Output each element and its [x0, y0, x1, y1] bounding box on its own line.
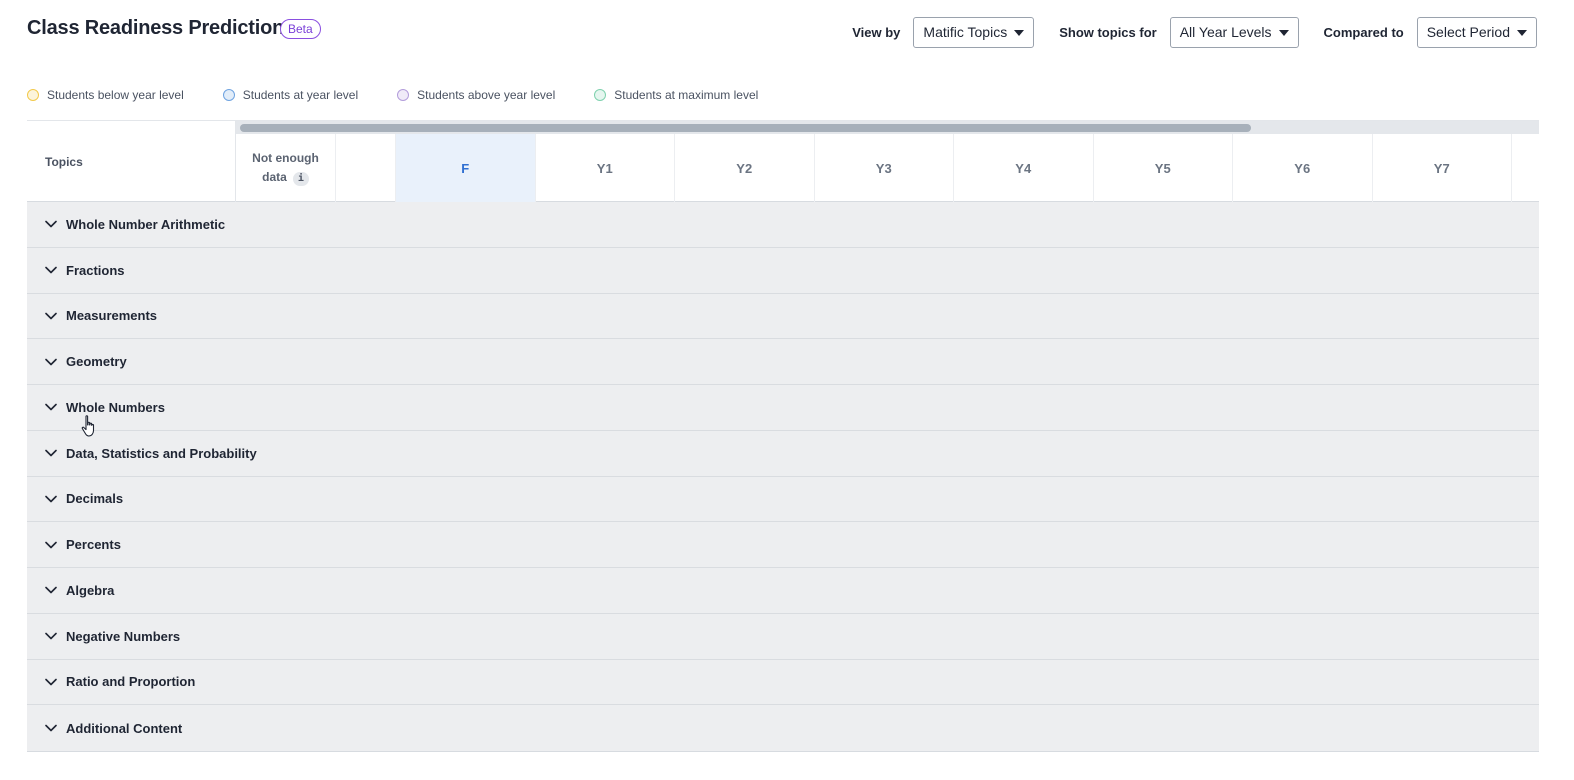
- chevron-down-icon[interactable]: [45, 402, 57, 412]
- column-header-y2[interactable]: Y2: [675, 134, 815, 202]
- legend-label: Students below year level: [47, 88, 184, 102]
- topic-label: Decimals: [66, 491, 124, 507]
- legend-dot-icon: [27, 89, 39, 101]
- legend: Students below year level Students at yea…: [27, 88, 797, 102]
- topic-row[interactable]: Algebra: [27, 568, 1539, 614]
- page-header: Class Readiness Prediction Beta View by …: [27, 16, 1537, 48]
- topic-label: Percents: [66, 537, 121, 553]
- not-enough-data-header: Not enough data i: [236, 134, 336, 202]
- not-enough-data-line2: data: [262, 170, 287, 184]
- topic-label: Measurements: [66, 308, 158, 324]
- chevron-down-icon[interactable]: [45, 494, 57, 504]
- chevron-down-icon[interactable]: [45, 631, 57, 641]
- topic-label: Geometry: [66, 354, 127, 370]
- column-header-y1[interactable]: Y1: [536, 134, 675, 202]
- topic-row[interactable]: Ratio and Proportion: [27, 660, 1539, 706]
- column-header-y7[interactable]: Y7: [1373, 134, 1512, 202]
- legend-label: Students at year level: [242, 88, 359, 102]
- chevron-down-icon[interactable]: [45, 219, 57, 229]
- show-topics-for-select[interactable]: All Year Levels: [1169, 16, 1299, 48]
- info-icon[interactable]: i: [292, 172, 309, 186]
- topic-row[interactable]: Geometry: [27, 339, 1539, 385]
- legend-item: Students above year level: [397, 88, 555, 102]
- horizontal-scrollbar[interactable]: [236, 121, 1539, 134]
- caret-down-icon: [1517, 30, 1527, 36]
- caret-down-icon: [1014, 30, 1025, 36]
- view-by-label: View by: [852, 24, 901, 40]
- legend-item: Students at maximum level: [594, 88, 758, 102]
- column-header-y5[interactable]: Y5: [1094, 134, 1233, 202]
- legend-label: Students at maximum level: [614, 88, 759, 102]
- not-enough-data-line1: Not enough: [252, 151, 319, 165]
- table-header-row: Topics Not enough data i F Y1 Y2 Y3 Y4 Y5 Y6 Y7: [27, 120, 1539, 202]
- page-title: Class Readiness Prediction: [27, 17, 285, 39]
- show-topics-for-label: Show topics for: [1059, 24, 1157, 40]
- chevron-down-icon[interactable]: [45, 265, 57, 275]
- view-by-select[interactable]: Matific Topics: [913, 16, 1035, 48]
- chevron-down-icon[interactable]: [45, 677, 57, 687]
- column-header-y4[interactable]: Y4: [954, 134, 1094, 202]
- readiness-table: Topics Not enough data i F Y1 Y2 Y3 Y4 Y5 Y6 Y7 …: [27, 120, 1539, 752]
- caret-down-icon: [1278, 30, 1289, 36]
- topic-row[interactable]: Additional Content: [27, 705, 1539, 751]
- filter-controls: View by Matific Topics Show topics for A…: [852, 16, 1537, 48]
- chevron-down-icon[interactable]: [45, 585, 57, 595]
- topic-row[interactable]: Measurements: [27, 294, 1539, 340]
- topic-label: Ratio and Proportion: [66, 674, 196, 690]
- topic-label: Additional Content: [66, 720, 183, 736]
- legend-item: Students below year level: [27, 88, 184, 102]
- spacer-column-header: [336, 134, 396, 202]
- compared-to-value: Select Period: [1426, 24, 1510, 40]
- chevron-down-icon[interactable]: [45, 357, 57, 367]
- legend-dot-icon: [397, 89, 410, 101]
- chevron-down-icon[interactable]: [45, 540, 57, 550]
- chevron-down-icon[interactable]: [45, 723, 57, 733]
- chevron-down-icon[interactable]: [45, 448, 57, 458]
- topic-label: Data, Statistics and Probability: [66, 445, 257, 461]
- legend-item: Students at year level: [222, 88, 359, 102]
- topic-row[interactable]: Data, Statistics and Probability: [27, 431, 1539, 477]
- topic-row[interactable]: Percents: [27, 522, 1539, 568]
- chevron-down-icon[interactable]: [45, 311, 57, 321]
- topic-label: Fractions: [66, 262, 125, 278]
- topic-label: Whole Number Arithmetic: [66, 216, 226, 232]
- topic-row[interactable]: Negative Numbers: [27, 614, 1539, 660]
- topics-list: Whole Number Arithmetic Fractions Measurem…: [27, 202, 1539, 752]
- compared-to-label: Compared to: [1323, 24, 1404, 40]
- topic-label: Algebra: [66, 582, 115, 598]
- topics-column-header: Topics: [27, 121, 236, 202]
- compared-to-select[interactable]: Select Period: [1416, 16, 1537, 48]
- column-header-f[interactable]: F: [396, 134, 536, 202]
- topic-row[interactable]: Whole Numbers: [27, 385, 1539, 431]
- view-by-value: Matific Topics: [923, 24, 1008, 40]
- topic-label: Negative Numbers: [66, 628, 181, 644]
- legend-label: Students above year level: [417, 88, 556, 102]
- legend-dot-icon: [594, 89, 607, 101]
- column-header-y3[interactable]: Y3: [815, 134, 954, 202]
- legend-dot-icon: [222, 89, 235, 101]
- topic-label: Whole Numbers: [66, 399, 165, 415]
- beta-badge: Beta: [280, 19, 321, 39]
- scrollbar-thumb[interactable]: [240, 124, 1251, 132]
- topic-row[interactable]: Whole Number Arithmetic: [27, 202, 1539, 248]
- topic-row[interactable]: Decimals: [27, 477, 1539, 523]
- show-topics-for-value: All Year Levels: [1179, 24, 1272, 40]
- topic-row[interactable]: Fractions: [27, 248, 1539, 294]
- column-header-y6[interactable]: Y6: [1233, 134, 1373, 202]
